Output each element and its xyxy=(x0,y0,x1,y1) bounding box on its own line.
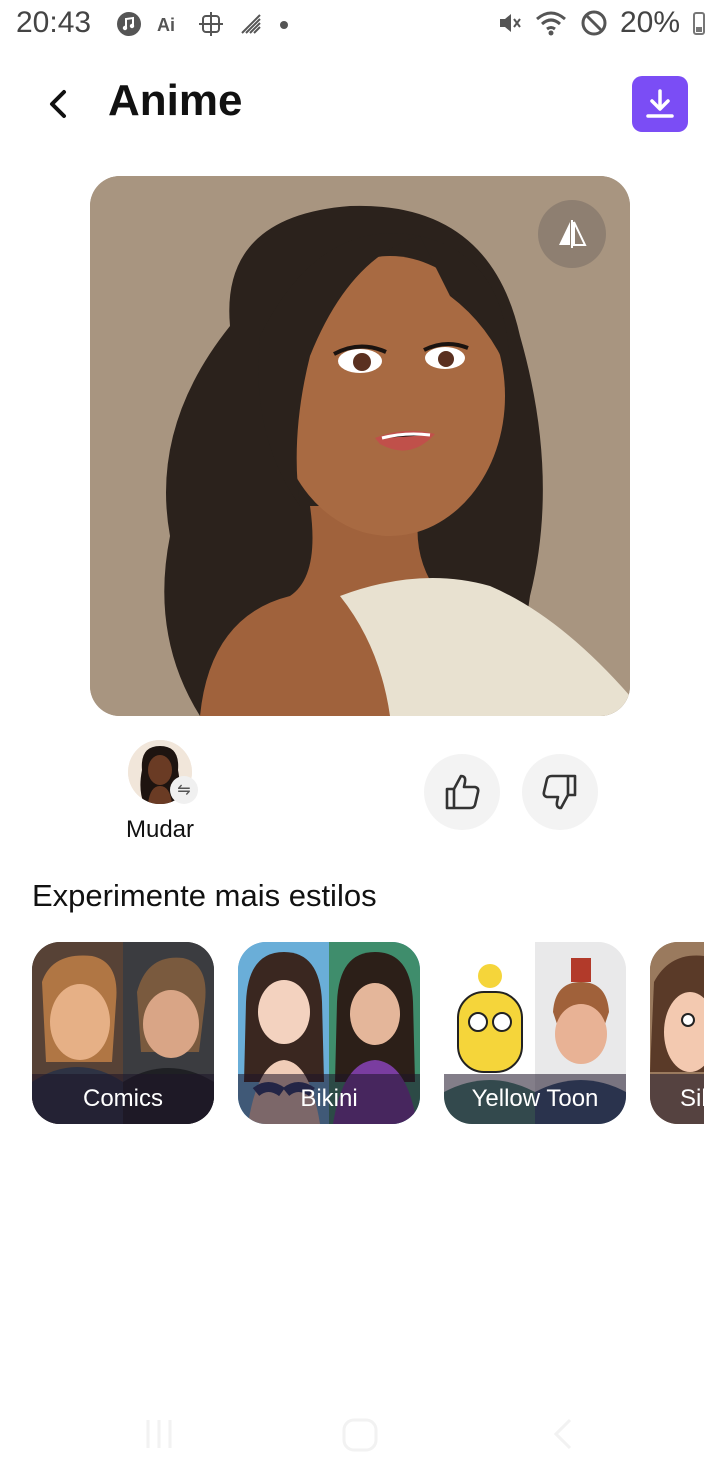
wifi-icon xyxy=(535,11,566,36)
recent-apps-icon xyxy=(146,1420,172,1448)
thumbs-down-icon xyxy=(542,774,577,810)
nav-back-icon xyxy=(553,1418,572,1450)
style-label: Sil xyxy=(650,1074,704,1124)
home-button[interactable] xyxy=(340,1414,380,1458)
more-styles-title: Experimente mais estilos xyxy=(32,878,377,913)
status-time: 20:43 xyxy=(16,6,92,39)
signal-icon xyxy=(241,14,261,34)
back-button[interactable] xyxy=(36,80,80,128)
battery-percent: 20% xyxy=(619,6,680,39)
home-icon xyxy=(342,1418,378,1452)
svg-text:Ai: Ai xyxy=(157,15,175,35)
download-icon xyxy=(646,89,674,118)
crosshair-icon xyxy=(199,12,223,36)
swap-icon[interactable]: ⇋ xyxy=(170,776,198,804)
nav-back-button[interactable] xyxy=(548,1414,578,1458)
page-title: Anime xyxy=(108,76,243,125)
style-card-yellow-toon[interactable]: Yellow Toon xyxy=(444,942,626,1124)
compare-button[interactable] xyxy=(538,200,606,268)
thumbs-up-icon xyxy=(445,774,480,810)
recent-apps-button[interactable] xyxy=(142,1414,176,1458)
style-card-comics[interactable]: Comics xyxy=(32,942,214,1124)
dislike-button[interactable] xyxy=(522,754,598,830)
download-button[interactable] xyxy=(632,76,688,132)
style-card-bikini[interactable]: Bikini xyxy=(238,942,420,1124)
style-label: Comics xyxy=(32,1074,214,1124)
dot-icon xyxy=(280,21,288,29)
status-right: 20% xyxy=(496,6,706,40)
chevron-left-icon xyxy=(50,90,66,118)
compare-icon xyxy=(559,220,587,248)
battery-icon xyxy=(693,12,705,35)
change-photo-label[interactable]: Mudar xyxy=(112,816,208,844)
style-label: Yellow Toon xyxy=(444,1074,626,1124)
style-label: Bikini xyxy=(238,1074,420,1124)
status-left-icons: Ai xyxy=(116,10,290,38)
block-icon xyxy=(581,10,607,36)
music-icon xyxy=(117,12,141,36)
mute-icon xyxy=(499,14,521,32)
like-button[interactable] xyxy=(424,754,500,830)
style-card-sil[interactable]: Sil xyxy=(650,942,704,1124)
ai-icon: Ai xyxy=(157,15,175,35)
